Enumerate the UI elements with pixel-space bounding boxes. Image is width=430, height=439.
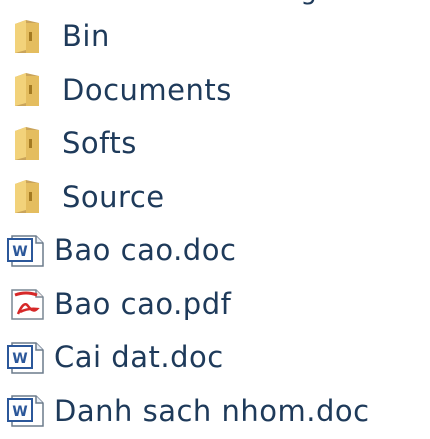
word-document-icon: W	[6, 337, 48, 379]
partial-top-row: favorites shortcuts images	[0, 0, 430, 8]
list-item-label: Bao cao.doc	[54, 233, 237, 268]
list-item-label: Bao cao.pdf	[54, 286, 232, 321]
word-document-icon: W	[6, 390, 48, 432]
list-item-label: Documents	[62, 72, 232, 107]
folder-icon	[6, 176, 48, 218]
pdf-document-icon	[6, 283, 48, 325]
list-item-label: Danh sach nhom.doc	[54, 393, 370, 428]
list-item-bao-cao-doc[interactable]: W Bao cao.doc	[6, 224, 430, 278]
file-list: Bin Documents Softs Source W Bao cao.doc…	[6, 10, 430, 438]
svg-text:W: W	[12, 351, 27, 367]
list-item-label: Cai dat.doc	[54, 340, 224, 375]
list-item-source[interactable]: Source	[6, 171, 430, 225]
folder-icon	[6, 69, 48, 111]
list-item-softs[interactable]: Softs	[6, 117, 430, 171]
word-document-icon: W	[6, 230, 48, 272]
list-item-documents[interactable]: Documents	[6, 64, 430, 118]
list-item-label: Bin	[62, 19, 110, 54]
svg-text:W: W	[12, 404, 27, 420]
list-item-label: Source	[62, 179, 165, 214]
folder-icon	[6, 123, 48, 165]
list-item-cai-dat-doc[interactable]: W Cai dat.doc	[6, 331, 430, 385]
list-item-bin[interactable]: Bin	[6, 10, 430, 64]
list-item-label: Softs	[62, 126, 137, 161]
svg-text:W: W	[12, 244, 27, 260]
list-item-danh-sach-nhom-doc[interactable]: W Danh sach nhom.doc	[6, 385, 430, 439]
list-item-bao-cao-pdf[interactable]: Bao cao.pdf	[6, 278, 430, 332]
folder-icon	[6, 16, 48, 58]
